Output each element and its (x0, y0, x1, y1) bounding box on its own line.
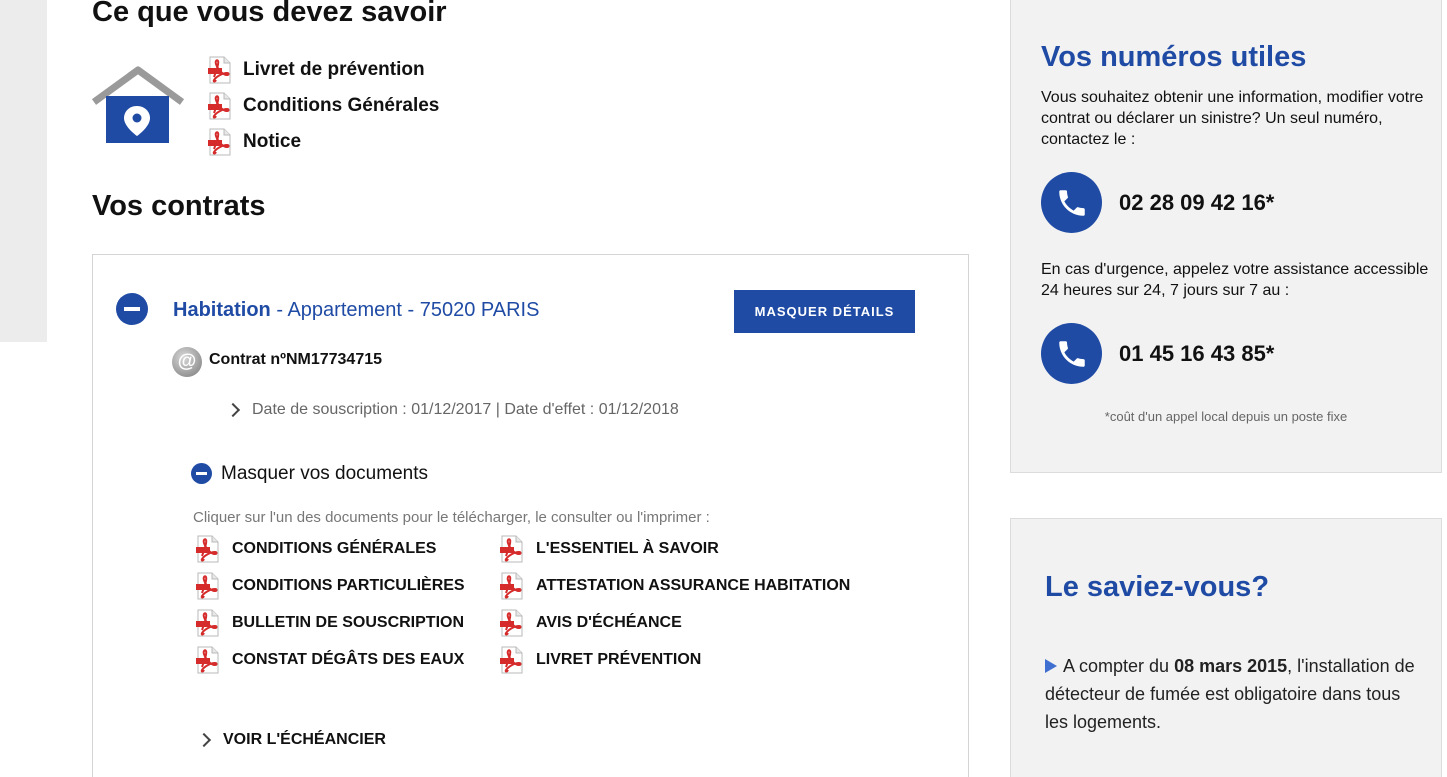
did-you-know-title: Le saviez-vous? (1045, 571, 1270, 603)
contract-card: Habitation - Appartement - 75020 PARIS M… (92, 254, 969, 777)
hide-documents-toggle[interactable]: Masquer vos documents (221, 463, 428, 485)
pdf-icon (193, 571, 223, 601)
useful-numbers-panel: Vos numéros utiles Vous souhaitez obteni… (1010, 0, 1442, 473)
collapse-contract-icon[interactable] (116, 293, 148, 325)
document-essentiel-a-savoir[interactable]: L'ESSENTIEL À SAVOIR (497, 534, 877, 564)
documents-grid: CONDITIONS GÉNÉRALES L'ESSENTIEL À SAVOI… (193, 534, 877, 675)
left-gutter (0, 0, 47, 342)
pdf-icon (193, 534, 223, 564)
document-livret-prevention[interactable]: LIVRET PRÉVENTION (497, 645, 877, 675)
contract-title: Habitation - Appartement - 75020 PARIS (173, 299, 539, 322)
knowledge-title: Ce que vous devez savoir (92, 0, 447, 28)
document-conditions-generales[interactable]: CONDITIONS GÉNÉRALES (193, 534, 497, 564)
contract-dates-toggle[interactable]: Date de souscription : 01/12/2017 | Date… (225, 401, 679, 419)
document-label: AVIS D'ÉCHÉANCE (536, 614, 682, 631)
link-label: Livret de prévention (243, 59, 425, 80)
collapse-documents-icon[interactable] (191, 463, 212, 484)
link-conditions-generales[interactable]: Conditions Générales (205, 88, 439, 124)
did-you-know-panel: Le saviez-vous? A compter du 08 mars 201… (1010, 518, 1442, 777)
document-label: L'ESSENTIEL À SAVOIR (536, 540, 719, 557)
knowledge-links: Livret de prévention Conditions Générale… (205, 52, 439, 160)
document-label: ATTESTATION ASSURANCE HABITATION (536, 577, 851, 594)
pdf-icon (205, 91, 235, 121)
document-conditions-particulieres[interactable]: CONDITIONS PARTICULIÈRES (193, 571, 497, 601)
emergency-text: En cas d'urgence, appelez votre assistan… (1041, 261, 1429, 299)
did-you-know-date: 08 mars 2015 (1174, 656, 1288, 676)
hide-details-button[interactable]: MASQUER DÉTAILS (734, 290, 915, 333)
house-location-icon (91, 66, 185, 146)
document-bulletin-souscription[interactable]: BULLETIN DE SOUSCRIPTION (193, 608, 497, 638)
link-label: Conditions Générales (243, 95, 440, 116)
contract-number: Contrat nºNM17734715 (209, 351, 383, 368)
documents-hint: Cliquer sur l'un des documents pour le t… (193, 509, 710, 526)
phone-icon (1041, 323, 1102, 384)
document-avis-echeance[interactable]: AVIS D'ÉCHÉANCE (497, 608, 877, 638)
pdf-icon (497, 645, 527, 675)
pdf-icon (497, 608, 527, 638)
triangle-bullet-icon (1045, 659, 1057, 673)
link-notice[interactable]: Notice (205, 124, 439, 160)
chevron-right-icon (225, 402, 241, 418)
pdf-icon (497, 534, 527, 564)
phone-main-number: 02 28 09 42 16* (1119, 189, 1275, 215)
at-icon: @ (172, 347, 202, 377)
document-label: CONDITIONS PARTICULIÈRES (232, 577, 465, 594)
call-cost-footnote: *coût d'un appel local depuis un poste f… (1104, 409, 1348, 424)
contract-type: Habitation (173, 299, 271, 321)
useful-numbers-title: Vos numéros utiles (1041, 41, 1307, 73)
document-attestation-habitation[interactable]: ATTESTATION ASSURANCE HABITATION (497, 571, 877, 601)
chevron-right-icon (196, 732, 212, 748)
document-label: LIVRET PRÉVENTION (536, 651, 702, 668)
document-label: CONSTAT DÉGÂTS DES EAUX (232, 651, 465, 668)
did-you-know-text: A compter du 08 mars 2015, l'installatio… (1045, 652, 1425, 736)
phone-main-row[interactable]: 02 28 09 42 16* (1041, 172, 1274, 233)
contracts-title: Vos contrats (92, 190, 266, 222)
phone-assistance-number: 01 45 16 43 85* (1119, 340, 1275, 366)
contract-details: - Appartement - 75020 PARIS (270, 299, 540, 321)
schedule-label: VOIR L'ÉCHÉANCIER (223, 731, 386, 748)
did-you-know-text-before: A compter du (1063, 656, 1175, 676)
pdf-icon (205, 127, 235, 157)
pdf-icon (193, 608, 223, 638)
link-label: Notice (243, 131, 302, 152)
pdf-icon (497, 571, 527, 601)
document-label: BULLETIN DE SOUSCRIPTION (232, 614, 465, 631)
document-label: CONDITIONS GÉNÉRALES (232, 540, 437, 557)
link-livret-prevention[interactable]: Livret de prévention (205, 52, 439, 88)
useful-numbers-intro: Vous souhaitez obtenir une information, … (1041, 89, 1424, 148)
phone-icon (1041, 172, 1102, 233)
contract-dates: Date de souscription : 01/12/2017 | Date… (252, 401, 679, 418)
phone-assistance-row[interactable]: 01 45 16 43 85* (1041, 323, 1274, 384)
pdf-icon (193, 645, 223, 675)
view-schedule-link[interactable]: VOIR L'ÉCHÉANCIER (196, 731, 386, 749)
document-constat-degats-eaux[interactable]: CONSTAT DÉGÂTS DES EAUX (193, 645, 497, 675)
pdf-icon (205, 55, 235, 85)
